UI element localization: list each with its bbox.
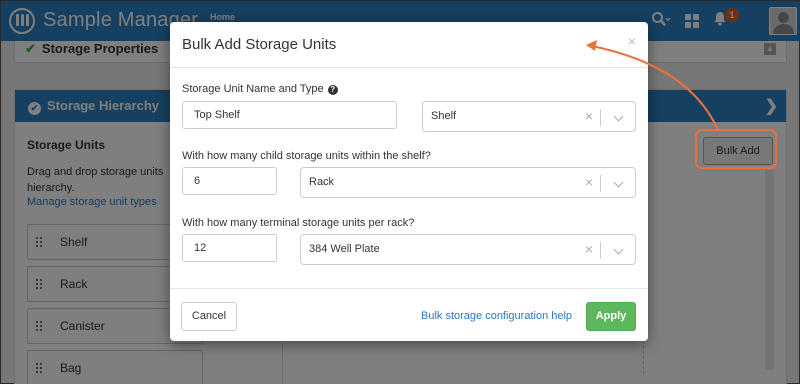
select-divider [600, 109, 601, 126]
cancel-button[interactable]: Cancel [181, 302, 237, 331]
unit-name-type-label: Storage Unit Name and Type? [182, 83, 338, 95]
bulk-add-dialog: Bulk Add Storage Units × Storage Unit Na… [170, 22, 648, 341]
clear-icon[interactable]: × [585, 174, 593, 190]
terminal-type-value: 384 Well Plate [309, 243, 380, 255]
clear-icon[interactable]: × [585, 108, 593, 124]
question-circle-icon[interactable]: ? [327, 85, 338, 95]
unit-name-type-label-text: Storage Unit Name and Type [182, 83, 324, 95]
unit-type-value: Shelf [431, 110, 457, 122]
chevron-down-icon[interactable] [613, 244, 624, 255]
select-divider [600, 175, 601, 192]
dialog-footer: Cancel Bulk storage configuration help A… [170, 288, 648, 341]
unit-type-select[interactable]: Shelf × [422, 101, 636, 132]
child-units-label: With how many child storage units within… [182, 150, 431, 162]
dialog-title: Bulk Add Storage Units [182, 36, 337, 53]
apply-button[interactable]: Apply [586, 302, 636, 331]
dialog-header: Bulk Add Storage Units × [170, 22, 648, 68]
child-type-value: Rack [309, 176, 335, 188]
terminal-units-label: With how many terminal storage units per… [182, 217, 415, 229]
unit-name-input[interactable]: Top Shelf [182, 101, 397, 129]
bulk-config-help-link[interactable]: Bulk storage configuration help [421, 310, 572, 322]
chevron-down-icon[interactable] [613, 177, 624, 188]
select-divider [600, 242, 601, 259]
clear-icon[interactable]: × [585, 241, 593, 257]
child-type-select[interactable]: Rack × [300, 167, 636, 198]
chevron-down-icon[interactable] [613, 111, 624, 122]
child-count-input[interactable]: 6 [182, 167, 277, 195]
terminal-type-select[interactable]: 384 Well Plate × [300, 234, 636, 265]
close-icon[interactable]: × [628, 33, 636, 49]
bulk-add-highlight-ring [695, 129, 777, 169]
terminal-count-input[interactable]: 12 [182, 234, 277, 262]
